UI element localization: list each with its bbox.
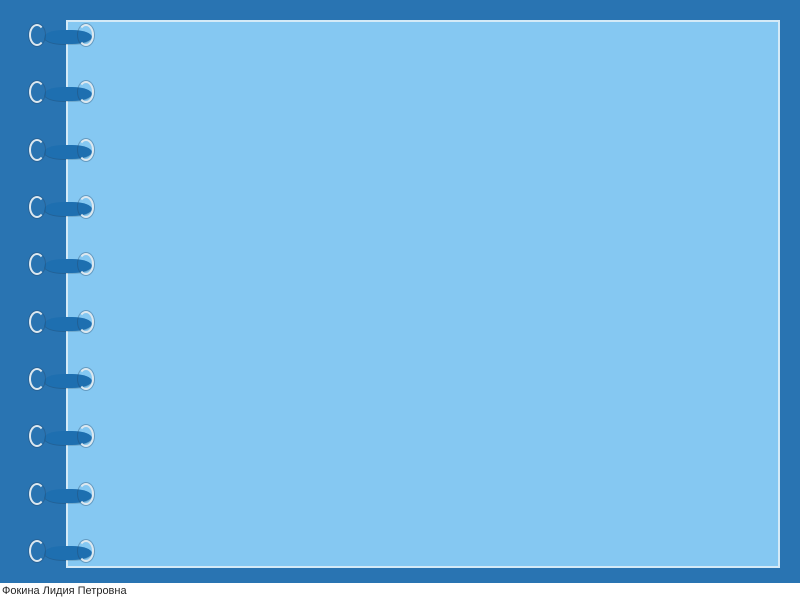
- wire-right-icon: [78, 196, 94, 218]
- spiral-binding: [30, 24, 94, 564]
- wire-right-icon: [78, 540, 94, 562]
- spiral-ring: [30, 483, 94, 507]
- wire-left-icon: [29, 368, 45, 390]
- notebook-cover: [0, 0, 800, 583]
- author-footer: Фокина Лидия Петровна: [0, 583, 800, 600]
- spiral-ring: [30, 425, 94, 449]
- slide-stage: Фокина Лидия Петровна: [0, 0, 800, 600]
- wire-right-icon: [78, 368, 94, 390]
- wire-right-icon: [78, 24, 94, 46]
- wire-left-icon: [29, 253, 45, 275]
- wire-left-icon: [29, 139, 45, 161]
- spiral-ring: [30, 253, 94, 277]
- spiral-ring: [30, 24, 94, 48]
- wire-right-icon: [78, 483, 94, 505]
- notebook-page: [66, 20, 780, 568]
- wire-left-icon: [29, 311, 45, 333]
- spiral-ring: [30, 311, 94, 335]
- spiral-ring: [30, 368, 94, 392]
- wire-left-icon: [29, 540, 45, 562]
- wire-left-icon: [29, 24, 45, 46]
- author-label: Фокина Лидия Петровна: [2, 585, 127, 597]
- spiral-ring: [30, 139, 94, 163]
- spiral-ring: [30, 196, 94, 220]
- wire-right-icon: [78, 311, 94, 333]
- wire-right-icon: [78, 81, 94, 103]
- spiral-ring: [30, 540, 94, 564]
- wire-left-icon: [29, 81, 45, 103]
- wire-right-icon: [78, 139, 94, 161]
- wire-right-icon: [78, 425, 94, 447]
- wire-right-icon: [78, 253, 94, 275]
- wire-left-icon: [29, 425, 45, 447]
- wire-left-icon: [29, 483, 45, 505]
- spiral-ring: [30, 81, 94, 105]
- wire-left-icon: [29, 196, 45, 218]
